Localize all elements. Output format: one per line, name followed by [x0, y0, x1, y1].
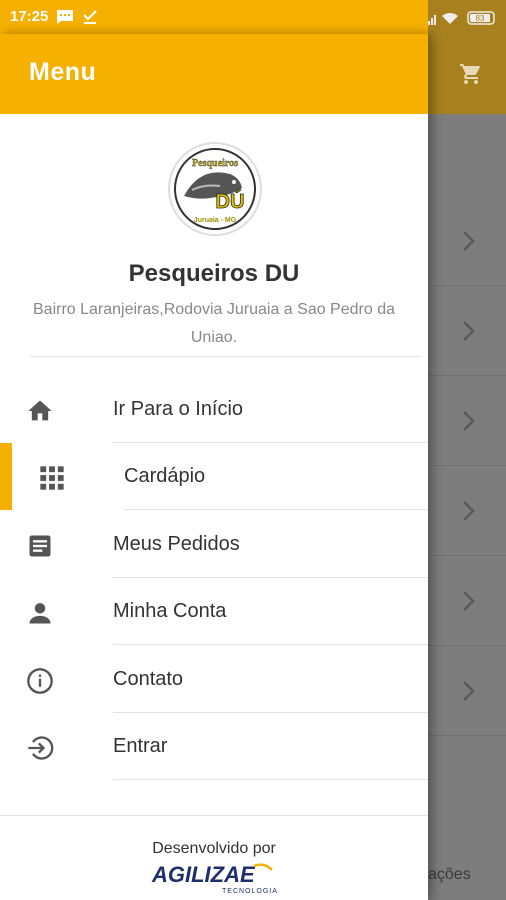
- receipt-icon: [29, 535, 51, 557]
- chevron-right-icon: [463, 501, 475, 521]
- svg-text:Pesqueiros: Pesqueiros: [192, 158, 238, 169]
- chevron-right-icon: [463, 231, 475, 251]
- chevron-right-icon: [463, 591, 475, 611]
- chevron-right-icon: [463, 411, 475, 431]
- menu-item-label: Meus Pedidos: [113, 533, 240, 555]
- background-list-row: [428, 466, 506, 556]
- grid-icon: [40, 466, 64, 490]
- menu-item-entrar[interactable]: Entrar: [0, 713, 428, 780]
- divider: [30, 356, 420, 357]
- svg-text:83: 83: [476, 14, 485, 23]
- svg-text:AGILIZAE: AGILIZAE: [151, 862, 256, 887]
- chevron-right-icon: [463, 681, 475, 701]
- download-done-icon: [83, 10, 97, 24]
- info-icon: [27, 668, 53, 694]
- svg-text:TECNOLOGIA: TECNOLOGIA: [222, 888, 278, 895]
- svg-text:DÚ: DÚ: [216, 189, 245, 213]
- background-list-row: [428, 556, 506, 646]
- store-address: Bairro Laranjeiras,Rodovia Juruaia a Sao…: [33, 301, 395, 346]
- background-list-row: [428, 376, 506, 466]
- background-list-row: [428, 286, 506, 376]
- menu-item-meus-pedidos[interactable]: Meus Pedidos: [0, 511, 428, 578]
- cart-icon[interactable]: [458, 62, 484, 86]
- navigation-drawer: Menu Pesqueiros DÚ Juruaia - MG Pesqueir…: [0, 34, 428, 900]
- chevron-right-icon: [463, 321, 475, 341]
- menu-item-label: Cardápio: [124, 465, 206, 487]
- active-indicator: [0, 443, 12, 510]
- message-icon: [57, 10, 73, 24]
- menu-item-label: Minha Conta: [113, 600, 227, 622]
- background-list-row: [428, 646, 506, 736]
- store-name: Pesqueiros DU: [128, 260, 300, 287]
- menu-item-label: Ir Para o Início: [113, 398, 244, 420]
- status-icons: 83: [428, 11, 495, 25]
- divider: [113, 779, 428, 780]
- menu-item-label: Contato: [113, 668, 184, 690]
- menu-item-label: Entrar: [113, 735, 168, 757]
- person-icon: [29, 603, 51, 624]
- agilizae-logo: AGILIZAE TECNOLOGIA: [151, 862, 278, 895]
- status-time: 17:25: [10, 8, 49, 25]
- menu-item-contato[interactable]: Contato: [0, 646, 428, 713]
- status-bar-right: 83: [428, 0, 506, 34]
- login-icon: [28, 736, 54, 760]
- status-bar: 17:25: [0, 0, 428, 34]
- menu-item-home[interactable]: Ir Para o Início: [0, 376, 428, 443]
- developed-by-label: Desenvolvido por: [152, 840, 276, 857]
- divider: [0, 815, 428, 816]
- background-bottom-nav-label: ações: [428, 866, 471, 883]
- divider: [113, 644, 428, 645]
- menu-item-minha-conta[interactable]: Minha Conta: [0, 578, 428, 645]
- drawer-header: Menu: [0, 34, 428, 114]
- home-icon: [28, 400, 52, 421]
- background-list-row: [428, 196, 506, 286]
- svg-text:Juruaia - MG: Juruaia - MG: [194, 217, 237, 224]
- menu-item-cardapio[interactable]: Cardápio: [0, 443, 428, 510]
- divider: [124, 509, 428, 510]
- store-logo: Pesqueiros DÚ Juruaia - MG: [168, 142, 262, 236]
- drawer-title: Menu: [29, 58, 97, 86]
